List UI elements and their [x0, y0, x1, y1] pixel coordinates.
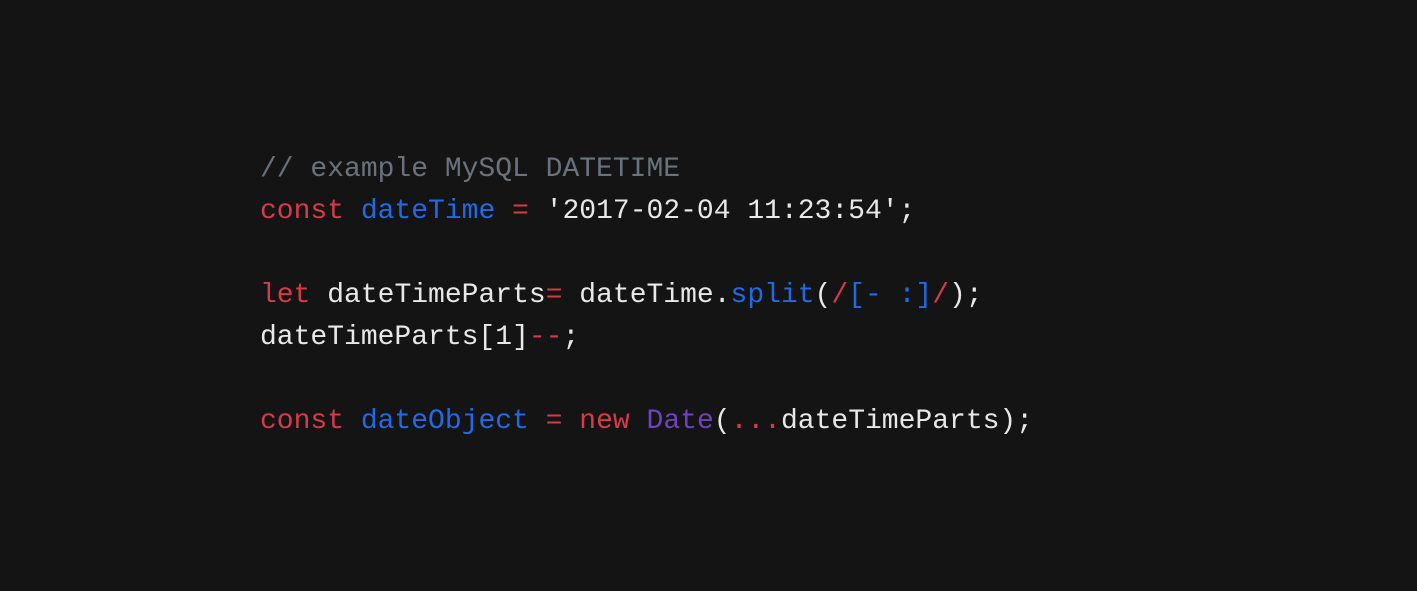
semicolon: ;: [899, 196, 916, 227]
keyword-const: const: [260, 196, 344, 227]
semicolon: ;: [1016, 406, 1033, 437]
keyword-let: let: [260, 280, 310, 311]
space: [344, 406, 361, 437]
argument: dateTimeParts: [781, 406, 999, 437]
space: [562, 280, 579, 311]
bracket-close: ]: [512, 322, 529, 353]
space: [344, 196, 361, 227]
space: [529, 406, 546, 437]
dot: .: [714, 280, 731, 311]
keyword-new: new: [579, 406, 629, 437]
operator-equals: =: [512, 196, 529, 227]
code-snippet: // example MySQL DATETIME const dateTime…: [260, 149, 1033, 443]
object-ref: dateTime: [579, 280, 713, 311]
number-literal: 1: [495, 322, 512, 353]
paren-close: ): [999, 406, 1016, 437]
paren-close: ): [949, 280, 966, 311]
space: [310, 280, 327, 311]
space: [495, 196, 512, 227]
string-literal: '2017-02-04 11:23:54': [546, 196, 899, 227]
space: [630, 406, 647, 437]
space: [562, 406, 579, 437]
code-comment: // example MySQL DATETIME: [260, 154, 680, 185]
space: [529, 196, 546, 227]
variable-name: dateTime: [361, 196, 495, 227]
paren-open: (: [714, 406, 731, 437]
regex-slash: /: [932, 280, 949, 311]
code-text: dateTimeParts[: [260, 322, 495, 353]
paren-open: (: [815, 280, 832, 311]
method-name: split: [731, 280, 815, 311]
semicolon: ;: [562, 322, 579, 353]
operator-equals: =: [546, 406, 563, 437]
keyword-const: const: [260, 406, 344, 437]
regex-charclass: [- :]: [848, 280, 932, 311]
spread-operator: ...: [731, 406, 781, 437]
operator-decrement: --: [529, 322, 563, 353]
variable-name: dateTimeParts: [327, 280, 545, 311]
semicolon: ;: [966, 280, 983, 311]
regex-slash: /: [831, 280, 848, 311]
operator-equals: =: [546, 280, 563, 311]
variable-name: dateObject: [361, 406, 529, 437]
class-name: Date: [647, 406, 714, 437]
